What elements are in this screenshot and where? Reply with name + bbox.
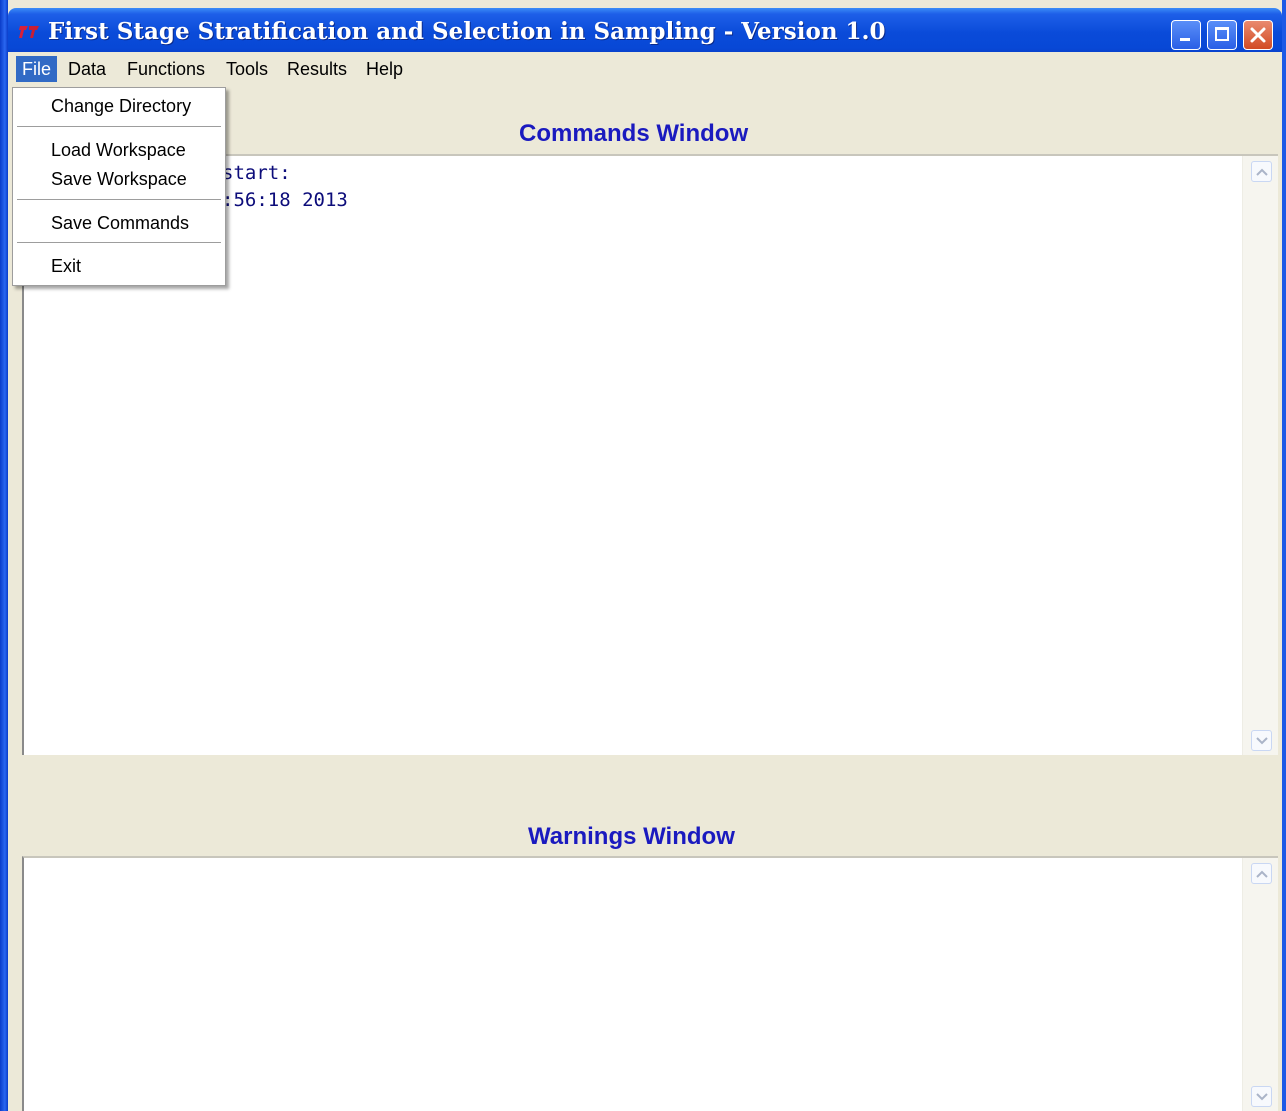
app-icon — [18, 22, 40, 42]
file-menu-dropdown: Change Directory Load Workspace Save Wor… — [12, 87, 226, 286]
maximize-button[interactable] — [1207, 20, 1237, 50]
warnings-textarea[interactable] — [22, 856, 1278, 1111]
commands-window-title: Commands Window — [519, 120, 749, 147]
menu-item-load-workspace[interactable]: Load Workspace — [51, 140, 186, 161]
window-title: First Stage Stratification and Selection… — [48, 18, 886, 45]
scroll-down-icon — [1256, 737, 1268, 745]
close-icon — [1244, 21, 1272, 49]
scroll-down-button[interactable] — [1251, 1086, 1272, 1107]
menu-item-save-commands[interactable]: Save Commands — [51, 213, 189, 234]
scroll-up-button[interactable] — [1251, 863, 1272, 884]
scroll-up-button[interactable] — [1251, 161, 1272, 182]
warnings-scrollbar[interactable] — [1242, 858, 1278, 1111]
minimize-button[interactable] — [1171, 20, 1201, 50]
scroll-down-button[interactable] — [1251, 730, 1272, 751]
menu-item-save-workspace[interactable]: Save Workspace — [51, 169, 187, 190]
menu-separator — [17, 242, 221, 244]
menu-item-change-directory[interactable]: Change Directory — [51, 96, 191, 117]
close-button[interactable] — [1243, 20, 1273, 50]
scroll-down-icon — [1256, 1093, 1268, 1101]
window-border-left — [0, 0, 8, 1111]
window-border-right — [1282, 0, 1286, 1111]
menu-separator — [17, 199, 221, 201]
menu-item-exit[interactable]: Exit — [51, 256, 81, 277]
scroll-up-icon — [1256, 870, 1268, 878]
scroll-up-icon — [1256, 168, 1268, 176]
menu-data[interactable]: Data — [62, 56, 112, 82]
maximize-icon — [1215, 27, 1229, 41]
warnings-window-title: Warnings Window — [528, 823, 735, 850]
menu-file[interactable]: File — [16, 56, 58, 82]
app-window: First Stage Stratification and Selection… — [0, 0, 1286, 1111]
menu-help[interactable]: Help — [360, 56, 409, 82]
menu-functions[interactable]: Functions — [121, 56, 211, 82]
command-line: :56:18 2013 — [222, 189, 348, 211]
command-line: start: — [222, 162, 291, 184]
minimize-icon — [1180, 38, 1190, 41]
menu-bar: File Data Functions Tools Results Help — [8, 52, 1282, 86]
menu-tools[interactable]: Tools — [220, 56, 274, 82]
menu-results[interactable]: Results — [281, 56, 353, 82]
commands-scrollbar[interactable] — [1242, 156, 1278, 755]
title-bar[interactable]: First Stage Stratification and Selection… — [8, 8, 1282, 58]
menu-separator — [17, 126, 221, 128]
